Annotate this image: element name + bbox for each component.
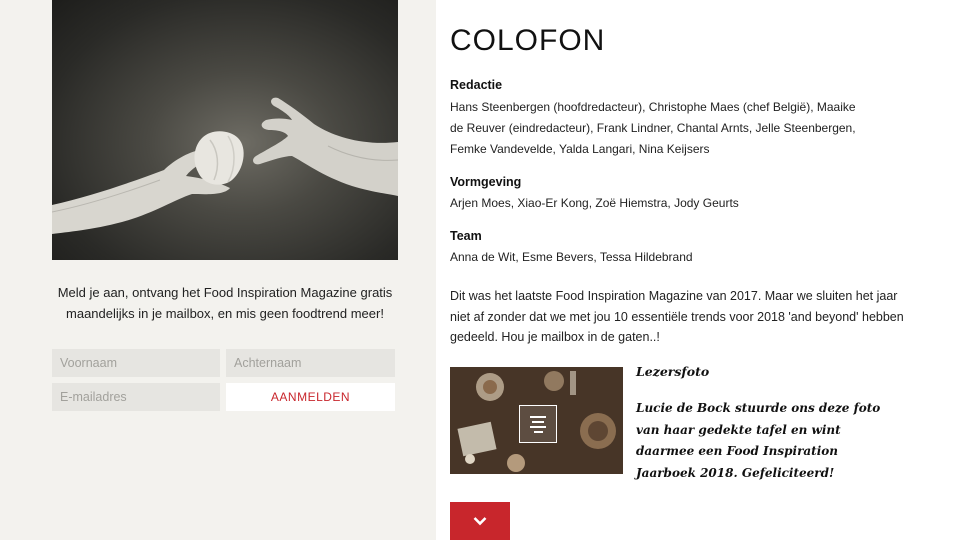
- reader-photo-title: Lezersfoto: [636, 364, 710, 379]
- menu-lines-icon: [530, 415, 546, 418]
- signup-submit-button[interactable]: AANMELDEN: [226, 383, 395, 411]
- email-field[interactable]: [52, 383, 220, 411]
- section-heading-vormgeving: Vormgeving: [450, 175, 522, 189]
- chevron-down-icon: [473, 517, 487, 526]
- intro-paragraph: Dit was het laatste Food Inspiration Mag…: [450, 289, 904, 344]
- section-body-redactie: Hans Steenbergen (hoofdredacteur), Chris…: [450, 100, 856, 156]
- signup-text: Meld je aan, ontvang het Food Inspiratio…: [57, 285, 393, 321]
- last-name-field[interactable]: [226, 349, 395, 377]
- section-body-team: Anna de Wit, Esme Bevers, Tessa Hildebra…: [450, 250, 693, 264]
- section-heading-redactie: Redactie: [450, 78, 503, 92]
- section-body-vormgeving: Arjen Moes, Xiao-Er Kong, Zoë Hiemstra, …: [450, 196, 739, 210]
- section-heading-team: Team: [450, 229, 482, 243]
- scroll-down-button[interactable]: [450, 502, 510, 540]
- first-name-field[interactable]: [52, 349, 220, 377]
- reader-photo-caption: Lucie de Bock stuurde ons deze foto van …: [636, 401, 881, 480]
- gallery-open-button[interactable]: [519, 405, 557, 443]
- page-title: COLOFON: [450, 24, 606, 57]
- hero-photo: [52, 0, 398, 260]
